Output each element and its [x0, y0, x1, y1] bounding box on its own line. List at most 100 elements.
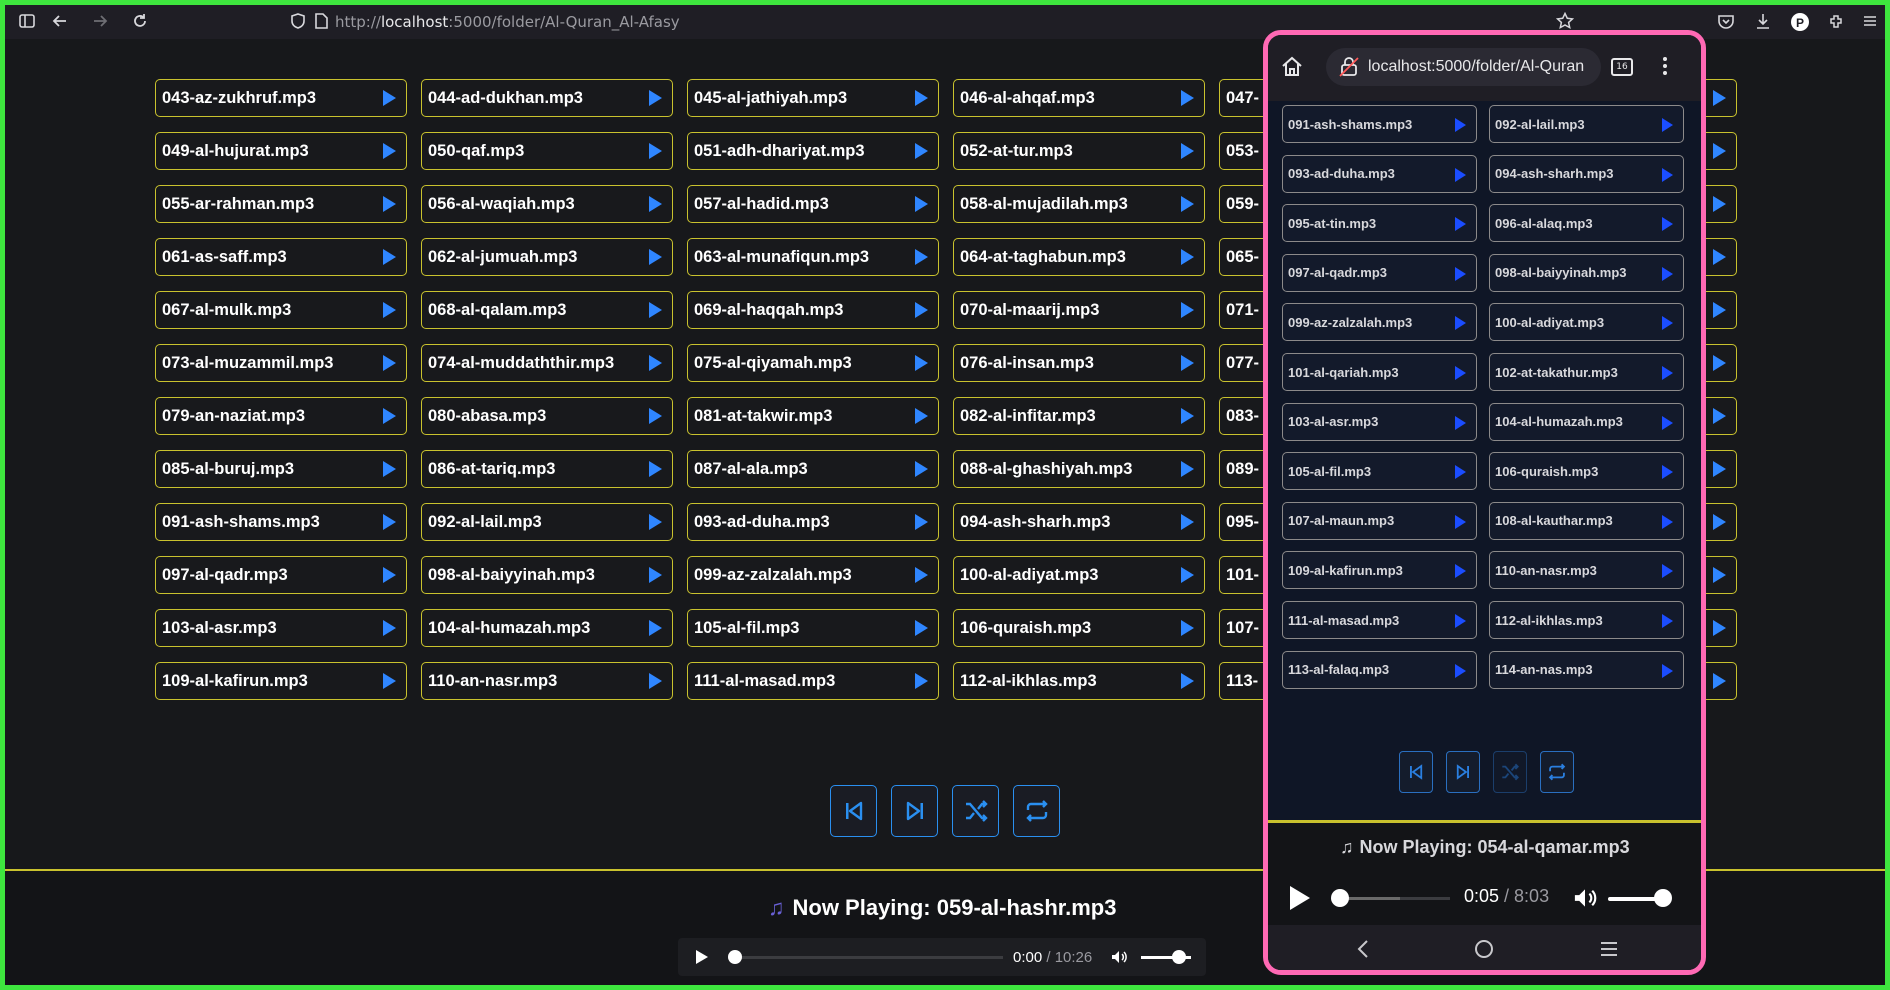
- file-item[interactable]: 109-al-kafirun.mp3: [155, 662, 407, 700]
- tab-count-badge[interactable]: 16: [1611, 58, 1633, 76]
- file-item[interactable]: 079-an-naziat.mp3: [155, 397, 407, 435]
- play-icon[interactable]: [649, 90, 662, 106]
- mobile-file-item[interactable]: 098-al-baiyyinah.mp3: [1489, 253, 1684, 292]
- play-icon[interactable]: [1713, 355, 1726, 371]
- file-item[interactable]: 081-at-takwir.mp3: [687, 397, 939, 435]
- mobile-file-item[interactable]: 099-az-zalzalah.mp3: [1282, 303, 1477, 342]
- play-icon[interactable]: [1181, 143, 1194, 159]
- play-icon[interactable]: [383, 461, 396, 477]
- mobile-repeat-button[interactable]: [1540, 751, 1574, 793]
- play-icon[interactable]: [915, 567, 928, 583]
- mobile-file-item[interactable]: 094-ash-sharh.mp3: [1489, 154, 1684, 193]
- play-icon[interactable]: [1181, 567, 1194, 583]
- play-icon[interactable]: [649, 461, 662, 477]
- play-icon[interactable]: [1713, 408, 1726, 424]
- mobile-file-item[interactable]: 110-an-nasr.mp3: [1489, 551, 1684, 590]
- play-icon[interactable]: [649, 302, 662, 318]
- file-item[interactable]: 052-at-tur.mp3: [953, 132, 1205, 170]
- play-icon[interactable]: [1455, 366, 1466, 380]
- file-item[interactable]: 104-al-humazah.mp3: [421, 609, 673, 647]
- home-icon[interactable]: [1280, 55, 1304, 84]
- overflow-menu-icon[interactable]: [1662, 55, 1668, 82]
- play-icon[interactable]: [915, 143, 928, 159]
- play-icon[interactable]: [383, 408, 396, 424]
- play-icon[interactable]: [1455, 266, 1466, 281]
- play-icon[interactable]: [1455, 167, 1466, 182]
- play-icon[interactable]: [1713, 249, 1726, 265]
- play-icon[interactable]: [1455, 614, 1466, 628]
- play-icon[interactable]: [383, 302, 396, 318]
- mobile-next-button[interactable]: [1446, 751, 1480, 793]
- mobile-file-item[interactable]: 101-al-qariah.mp3: [1282, 353, 1477, 391]
- file-item[interactable]: 100-al-adiyat.mp3: [953, 556, 1205, 594]
- file-item[interactable]: 092-al-lail.mp3: [421, 503, 673, 541]
- file-item[interactable]: 111-al-masad.mp3: [687, 662, 939, 700]
- file-item[interactable]: 091-ash-shams.mp3: [155, 503, 407, 541]
- play-icon[interactable]: [1455, 465, 1466, 480]
- play-icon[interactable]: [383, 143, 396, 159]
- play-icon[interactable]: [1662, 564, 1673, 579]
- profile-icon[interactable]: P: [1790, 12, 1810, 32]
- file-item[interactable]: 093-ad-duha.mp3: [687, 503, 939, 541]
- play-icon[interactable]: [383, 90, 396, 106]
- file-item[interactable]: 086-at-tariq.mp3: [421, 450, 673, 488]
- play-icon[interactable]: [1662, 465, 1673, 480]
- mobile-file-item[interactable]: 114-an-nas.mp3: [1489, 650, 1684, 689]
- play-icon[interactable]: [383, 514, 396, 530]
- insecure-lock-icon[interactable]: [1338, 56, 1360, 83]
- file-item[interactable]: 099-az-zalzalah.mp3: [687, 556, 939, 594]
- play-icon[interactable]: [915, 620, 928, 636]
- file-item[interactable]: 069-al-haqqah.mp3: [687, 291, 939, 329]
- play-icon[interactable]: [1455, 316, 1466, 331]
- play-icon[interactable]: [1662, 514, 1673, 529]
- play-icon[interactable]: [1181, 90, 1194, 106]
- play-icon[interactable]: [1181, 302, 1194, 318]
- play-icon[interactable]: [915, 90, 928, 106]
- file-item[interactable]: 055-ar-rahman.mp3: [155, 185, 407, 223]
- mobile-file-item[interactable]: 104-al-humazah.mp3: [1489, 402, 1684, 441]
- volume-icon[interactable]: [1110, 948, 1128, 970]
- file-item[interactable]: 074-al-muddaththir.mp3: [421, 344, 673, 382]
- mobile-seek-handle[interactable]: [1331, 889, 1349, 907]
- menu-icon[interactable]: [1860, 12, 1880, 32]
- sidebar-icon[interactable]: [17, 12, 37, 32]
- nav-home-icon[interactable]: [1473, 938, 1495, 966]
- nav-recents-icon[interactable]: [1598, 938, 1620, 966]
- mobile-shuffle-button[interactable]: [1493, 751, 1527, 793]
- file-item[interactable]: 097-al-qadr.mp3: [155, 556, 407, 594]
- seek-bar[interactable]: [733, 956, 1003, 959]
- file-item[interactable]: 043-az-zukhruf.mp3: [155, 79, 407, 117]
- file-item[interactable]: 087-al-ala.mp3: [687, 450, 939, 488]
- play-icon[interactable]: [383, 620, 396, 636]
- shield-icon[interactable]: [289, 12, 307, 34]
- mobile-file-item[interactable]: 108-al-kauthar.mp3: [1489, 501, 1684, 540]
- play-icon[interactable]: [649, 514, 662, 530]
- mobile-file-item[interactable]: 112-al-ikhlas.mp3: [1489, 601, 1684, 639]
- mobile-volume-icon[interactable]: [1572, 885, 1598, 917]
- file-item[interactable]: 075-al-qiyamah.mp3: [687, 344, 939, 382]
- play-icon[interactable]: [1662, 614, 1673, 628]
- play-icon[interactable]: [649, 620, 662, 636]
- next-button[interactable]: [891, 785, 938, 837]
- file-item[interactable]: 064-at-taghabun.mp3: [953, 238, 1205, 276]
- play-icon[interactable]: [915, 408, 928, 424]
- file-item[interactable]: 112-al-ikhlas.mp3: [953, 662, 1205, 700]
- file-item[interactable]: 082-al-infitar.mp3: [953, 397, 1205, 435]
- play-icon[interactable]: [1662, 663, 1673, 678]
- play-icon[interactable]: [1713, 461, 1726, 477]
- mobile-file-item[interactable]: 096-al-alaq.mp3: [1489, 204, 1684, 243]
- play-icon[interactable]: [1181, 673, 1194, 689]
- download-icon[interactable]: [1753, 12, 1773, 32]
- play-icon[interactable]: [649, 143, 662, 159]
- play-icon[interactable]: [915, 461, 928, 477]
- nav-back-icon[interactable]: [1353, 938, 1373, 966]
- volume-handle[interactable]: [1172, 950, 1186, 964]
- play-icon[interactable]: [1181, 408, 1194, 424]
- mobile-file-item[interactable]: 091-ash-shams.mp3: [1282, 105, 1477, 143]
- play-icon[interactable]: [383, 673, 396, 689]
- play-icon[interactable]: [649, 567, 662, 583]
- play-icon[interactable]: [915, 514, 928, 530]
- repeat-button[interactable]: [1013, 785, 1060, 837]
- play-icon[interactable]: [1713, 514, 1726, 530]
- file-item[interactable]: 049-al-hujurat.mp3: [155, 132, 407, 170]
